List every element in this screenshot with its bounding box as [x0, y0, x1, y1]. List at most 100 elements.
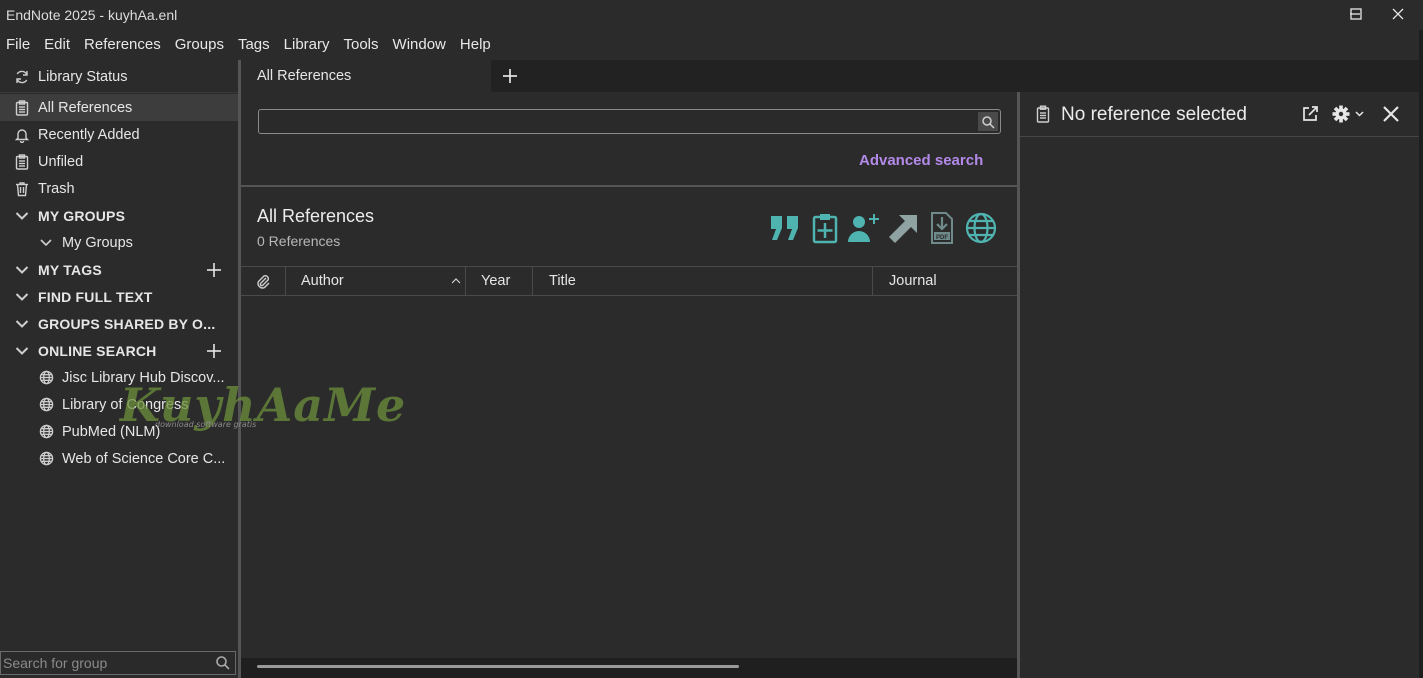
sidebar-item-label: Unfiled	[38, 153, 84, 170]
clipboard-icon	[13, 153, 31, 171]
group-search-box	[0, 651, 236, 675]
column-year[interactable]: Year	[481, 267, 531, 295]
my-tags-label: MY TAGS	[38, 261, 102, 278]
find-full-text-header[interactable]: FIND FULL TEXT	[0, 283, 238, 310]
column-divider[interactable]	[872, 267, 873, 295]
sidebar-item-my-groups[interactable]: My Groups	[0, 229, 238, 256]
scrollbar-thumb[interactable]	[257, 665, 739, 668]
clipboard-icon	[1036, 105, 1050, 126]
menu-edit[interactable]: Edit	[44, 36, 70, 53]
online-globe-icon[interactable]	[964, 211, 998, 245]
chevron-down-icon	[13, 288, 31, 306]
share-user-icon[interactable]	[847, 211, 881, 245]
column-divider[interactable]	[465, 267, 466, 295]
add-tab-icon[interactable]	[500, 66, 520, 86]
menu-tags[interactable]: Tags	[238, 36, 270, 53]
tab-all-references[interactable]: All References	[241, 60, 491, 92]
clipboard-icon	[13, 99, 31, 117]
sync-icon	[13, 68, 31, 86]
sidebar-item-label: Recently Added	[38, 126, 140, 143]
references-title: All References	[257, 206, 375, 226]
sidebar-item-all-references[interactable]: All References	[0, 94, 238, 121]
column-title-label: Title	[549, 273, 576, 289]
trash-icon	[13, 180, 31, 198]
menu-groups[interactable]: Groups	[175, 36, 224, 53]
find-full-text-label: FIND FULL TEXT	[38, 288, 153, 305]
divider	[0, 92, 238, 93]
library-status-item[interactable]: Library Status	[0, 63, 238, 90]
close-panel-icon[interactable]	[1380, 103, 1402, 125]
chevron-down-icon	[13, 315, 31, 333]
globe-icon	[37, 369, 55, 387]
references-count: 0 References	[257, 233, 341, 249]
add-online-search-icon[interactable]	[206, 343, 222, 359]
column-divider[interactable]	[285, 267, 286, 295]
library-status-label: Library Status	[38, 68, 128, 85]
my-tags-header[interactable]: MY TAGS	[0, 256, 238, 283]
svg-text:PDF: PDF	[936, 235, 948, 241]
window-edge	[1419, 30, 1423, 678]
tab-label: All References	[257, 68, 352, 84]
sidebar-item-recently-added[interactable]: Recently Added	[0, 121, 238, 148]
maximize-icon	[1350, 8, 1362, 20]
column-author[interactable]: Author	[301, 267, 461, 295]
column-year-label: Year	[481, 273, 511, 289]
globe-icon	[37, 396, 55, 414]
online-item-label: Web of Science Core C...	[62, 450, 226, 467]
menu-help[interactable]: Help	[460, 36, 491, 53]
online-search-header[interactable]: ONLINE SEARCH	[0, 337, 238, 364]
open-external-icon[interactable]	[1299, 103, 1321, 125]
search-input[interactable]	[263, 113, 973, 131]
new-reference-icon[interactable]	[808, 211, 842, 245]
search-icon[interactable]	[978, 112, 998, 131]
detail-header: No reference selected	[1020, 92, 1423, 137]
online-item-web-of-science[interactable]: Web of Science Core C...	[0, 445, 238, 472]
close-icon	[1392, 8, 1404, 20]
add-tag-icon[interactable]	[206, 262, 222, 278]
no-reference-label: No reference selected	[1061, 104, 1247, 125]
divider	[241, 185, 1017, 187]
pdf-download-icon[interactable]: PDF	[925, 211, 959, 245]
chevron-down-icon	[13, 207, 31, 225]
chevron-down-icon	[13, 261, 31, 279]
groups-sidebar: Library Status All References Recently A…	[0, 60, 238, 678]
advanced-search-link[interactable]: Advanced search	[859, 152, 983, 169]
globe-icon	[37, 423, 55, 441]
menu-references[interactable]: References	[84, 36, 161, 53]
search-box	[258, 109, 1001, 134]
menu-tools[interactable]: Tools	[344, 36, 379, 53]
attachment-column-icon[interactable]	[255, 267, 275, 295]
chevron-down-icon	[13, 342, 31, 360]
settings-gear-icon[interactable]	[1331, 103, 1367, 125]
menu-file[interactable]: File	[6, 36, 30, 53]
horizontal-scrollbar[interactable]	[241, 658, 1017, 678]
menu-bar: File Edit References Groups Tags Library…	[0, 30, 505, 58]
export-arrow-icon[interactable]	[886, 211, 920, 245]
column-author-label: Author	[301, 273, 344, 289]
maximize-button[interactable]	[1334, 0, 1378, 28]
sidebar-item-label: All References	[38, 99, 133, 116]
close-window-button[interactable]	[1376, 0, 1420, 28]
reference-detail-panel: No reference selected	[1020, 92, 1423, 678]
sidebar-item-label: Trash	[38, 180, 75, 197]
globe-icon	[37, 450, 55, 468]
my-groups-header[interactable]: MY GROUPS	[0, 202, 238, 229]
groups-shared-label: GROUPS SHARED BY O...	[38, 315, 216, 332]
online-search-label: ONLINE SEARCH	[38, 342, 157, 359]
groups-shared-header[interactable]: GROUPS SHARED BY O...	[0, 310, 238, 337]
sidebar-item-trash[interactable]: Trash	[0, 175, 238, 202]
search-icon[interactable]	[214, 654, 232, 672]
watermark-subtitle: download software gratis	[155, 420, 257, 429]
sort-asc-icon	[451, 267, 465, 295]
column-journal[interactable]: Journal	[889, 267, 1009, 295]
my-groups-label: MY GROUPS	[38, 207, 126, 224]
title-bar: EndNote 2025 - kuyhAa.enl	[0, 0, 1423, 30]
column-divider[interactable]	[532, 267, 533, 295]
menu-window[interactable]: Window	[393, 36, 446, 53]
menu-library[interactable]: Library	[284, 36, 330, 53]
group-search-input[interactable]	[3, 654, 209, 672]
quote-icon[interactable]	[768, 211, 802, 245]
sidebar-item-unfiled[interactable]: Unfiled	[0, 148, 238, 175]
tab-strip: All References	[241, 60, 1419, 92]
column-title[interactable]: Title	[549, 267, 849, 295]
